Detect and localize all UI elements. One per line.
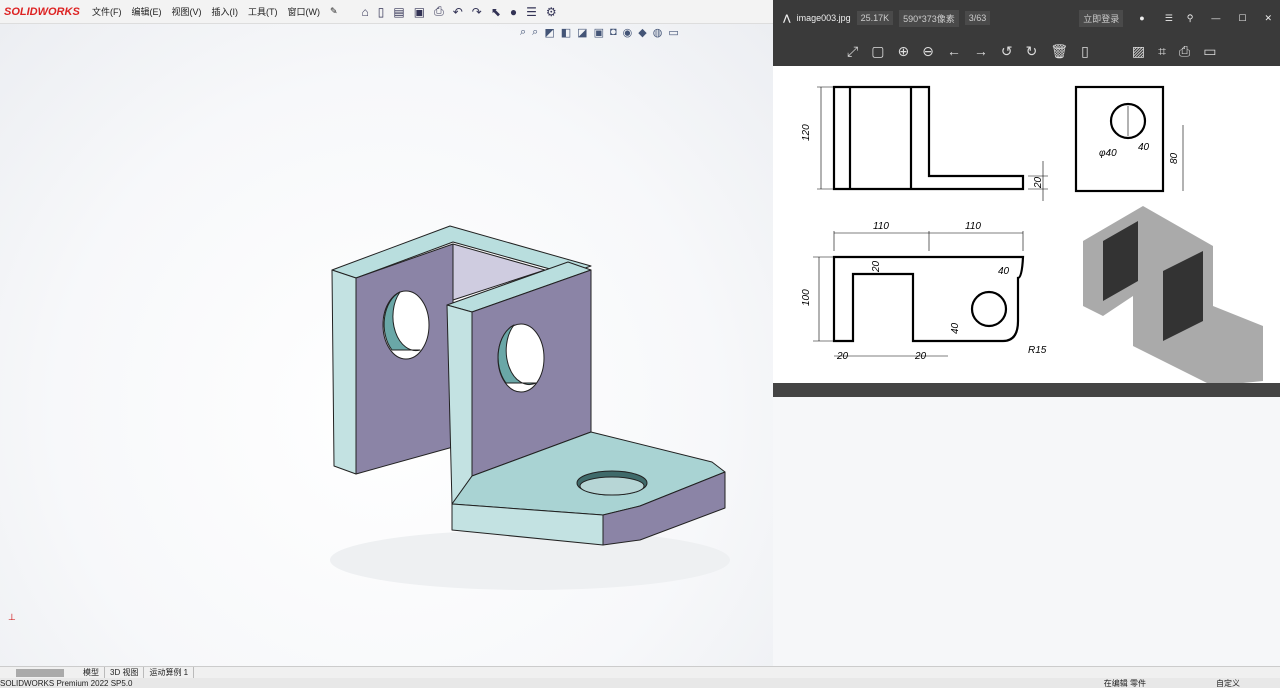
dim-20-slot: 20 bbox=[871, 260, 882, 273]
3d-model bbox=[330, 225, 730, 590]
dim-80: 80 bbox=[1169, 152, 1180, 164]
fullscreen-icon[interactable]: ⤢ bbox=[847, 43, 858, 60]
dim-40-top: 40 bbox=[1138, 142, 1150, 153]
display-style-icon[interactable]: ◘ bbox=[610, 26, 617, 39]
previous-view-icon[interactable]: ◩ bbox=[544, 26, 554, 39]
dim-40-right: 40 bbox=[998, 266, 1010, 277]
tab-scroll[interactable] bbox=[16, 668, 64, 677]
maximize-icon[interactable]: ☐ bbox=[1238, 13, 1246, 24]
undo-icon[interactable]: ↶ bbox=[453, 5, 463, 19]
viewer-titlebar: ⋀ image003.jpg 25.17K 590*373像素 3/63 立即登… bbox=[773, 0, 1280, 36]
dim-20-bottom-left: 20 bbox=[836, 351, 849, 362]
user-icon[interactable]: ● bbox=[1139, 13, 1144, 23]
view-toolbar: ⌕ ⌕ ◩ ◧ ◪ ▣ ◘ ◉ ◆ ◍ ▭ bbox=[520, 26, 679, 39]
open-icon[interactable]: ▤ bbox=[393, 5, 404, 19]
delete-icon[interactable]: 🗑 bbox=[1050, 43, 1068, 60]
monitor-icon[interactable]: ▭ bbox=[668, 26, 678, 39]
next-icon[interactable]: → bbox=[974, 43, 988, 59]
drawing-svg: 120 20 φ40 40 80 110 110 20 100 40 20 20… bbox=[801, 85, 1263, 386]
menu-file[interactable]: 文件(F) bbox=[92, 5, 122, 18]
menu-window[interactable]: 窗口(W) bbox=[288, 5, 321, 18]
status-bar: SOLIDWORKS Premium 2022 SP5.0 在编辑 零件 自定义 bbox=[0, 678, 1280, 688]
menu-tools[interactable]: 工具(T) bbox=[248, 5, 278, 18]
more-icon[interactable]: ▭ bbox=[1203, 43, 1216, 60]
dim-110-left: 110 bbox=[873, 221, 889, 232]
dim-120: 120 bbox=[801, 124, 812, 141]
zoom-out-icon[interactable]: ⊖ bbox=[922, 43, 934, 60]
viewer-toolbar: ⤢ ▢ ⊕ ⊖ ← → ↺ ↻ 🗑 ▯ ▨ ⌗ ⎙ ▭ bbox=[773, 36, 1280, 66]
tab-3d-views[interactable]: 3D 视图 bbox=[105, 667, 145, 678]
file-size: 25.17K bbox=[856, 11, 894, 25]
previous-icon[interactable]: ← bbox=[947, 43, 961, 59]
triad-axes-icon: ⊥ bbox=[8, 612, 16, 622]
dynamic-annotation-icon[interactable]: ◪ bbox=[577, 26, 587, 39]
rotate-right-icon[interactable]: ↻ bbox=[1026, 43, 1038, 60]
zoom-area-icon[interactable]: ⌕ bbox=[532, 26, 538, 39]
save-icon[interactable]: ▣ bbox=[414, 5, 425, 19]
dim-r15: R15 bbox=[1028, 345, 1047, 356]
file-properties-icon[interactable]: ☰ bbox=[526, 5, 537, 19]
crop-icon[interactable]: ⌗ bbox=[1158, 43, 1166, 60]
front-edge-face bbox=[446, 304, 473, 505]
zoom-in-icon[interactable]: ⊕ bbox=[897, 43, 909, 60]
tab-model[interactable]: 模型 bbox=[78, 667, 105, 678]
tab-motion-study[interactable]: 运动算例 1 bbox=[144, 667, 195, 678]
select-icon[interactable]: ⬉ bbox=[491, 5, 501, 19]
units-selector[interactable]: 自定义 bbox=[1216, 678, 1240, 689]
close-icon[interactable]: ✕ bbox=[1264, 13, 1272, 24]
rebuild-icon[interactable]: ● bbox=[510, 5, 517, 19]
dim-20-side: 20 bbox=[1033, 176, 1044, 189]
section-view-icon[interactable]: ◧ bbox=[561, 26, 571, 39]
image-viewer-window: ⋀ image003.jpg 25.17K 590*373像素 3/63 立即登… bbox=[773, 0, 1280, 397]
zoom-fit-icon[interactable]: ⌕ bbox=[520, 26, 526, 39]
menu-icon[interactable]: ☰ bbox=[1165, 13, 1173, 24]
rotate-left-icon[interactable]: ↺ bbox=[1001, 43, 1013, 60]
dim-40-vertical: 40 bbox=[950, 322, 961, 334]
image-dimensions: 590*373像素 bbox=[899, 9, 959, 27]
dim-phi40: φ40 bbox=[1099, 148, 1117, 159]
login-button[interactable]: 立即登录 bbox=[1079, 9, 1124, 27]
hide-show-icon[interactable]: ◉ bbox=[623, 26, 633, 39]
appearance-icon[interactable]: ◆ bbox=[638, 26, 646, 39]
viewer-bottom-bar bbox=[773, 383, 1280, 397]
graphics-area-right bbox=[773, 397, 1280, 666]
edit-image-icon[interactable]: ▨ bbox=[1132, 43, 1145, 60]
version-text: SOLIDWORKS Premium 2022 SP5.0 bbox=[0, 678, 133, 688]
image-index: 3/63 bbox=[964, 11, 991, 25]
dim-20-bottom-right: 20 bbox=[914, 351, 927, 362]
edit-mode-text: 在编辑 零件 bbox=[1103, 678, 1146, 688]
info-icon[interactable]: ▯ bbox=[1081, 43, 1089, 60]
scene-icon[interactable]: ◍ bbox=[653, 26, 663, 39]
options-icon[interactable]: ⚙ bbox=[546, 5, 557, 19]
redo-icon[interactable]: ↷ bbox=[472, 5, 482, 19]
home-icon[interactable]: ⌂ bbox=[362, 5, 369, 19]
viewer-filename: image003.jpg bbox=[796, 13, 851, 23]
new-file-icon[interactable]: ▯ bbox=[378, 5, 385, 19]
menu-view[interactable]: 视图(V) bbox=[172, 5, 202, 18]
solidworks-logo: SOLIDWORKS bbox=[4, 5, 80, 18]
menu-edit[interactable]: 编辑(E) bbox=[132, 5, 162, 18]
graphics-area[interactable]: ⊥ bbox=[0, 24, 773, 666]
view-orientation-icon[interactable]: ▣ bbox=[594, 26, 604, 39]
print-icon[interactable]: ⎙ bbox=[434, 4, 444, 19]
menu-insert[interactable]: 插入(I) bbox=[212, 5, 239, 18]
left-edge-face bbox=[331, 269, 357, 475]
pin-icon[interactable]: ⚲ bbox=[1187, 13, 1194, 24]
viewer-logo-icon: ⋀ bbox=[783, 12, 791, 23]
print-icon[interactable]: ⎙ bbox=[1179, 43, 1190, 60]
actual-size-icon[interactable]: ▢ bbox=[871, 43, 884, 60]
dim-100: 100 bbox=[801, 289, 812, 306]
dim-110-right: 110 bbox=[965, 221, 981, 232]
pin-icon[interactable]: ✎ bbox=[330, 6, 338, 17]
engineering-drawing-image: 120 20 φ40 40 80 110 110 20 100 40 20 20… bbox=[773, 66, 1280, 386]
model-tabs: 模型 3D 视图 运动算例 1 bbox=[0, 666, 1280, 678]
menu-bar: SOLIDWORKS 文件(F) 编辑(E) 视图(V) 插入(I) 工具(T)… bbox=[0, 0, 773, 24]
minimize-icon[interactable]: — bbox=[1211, 13, 1220, 23]
